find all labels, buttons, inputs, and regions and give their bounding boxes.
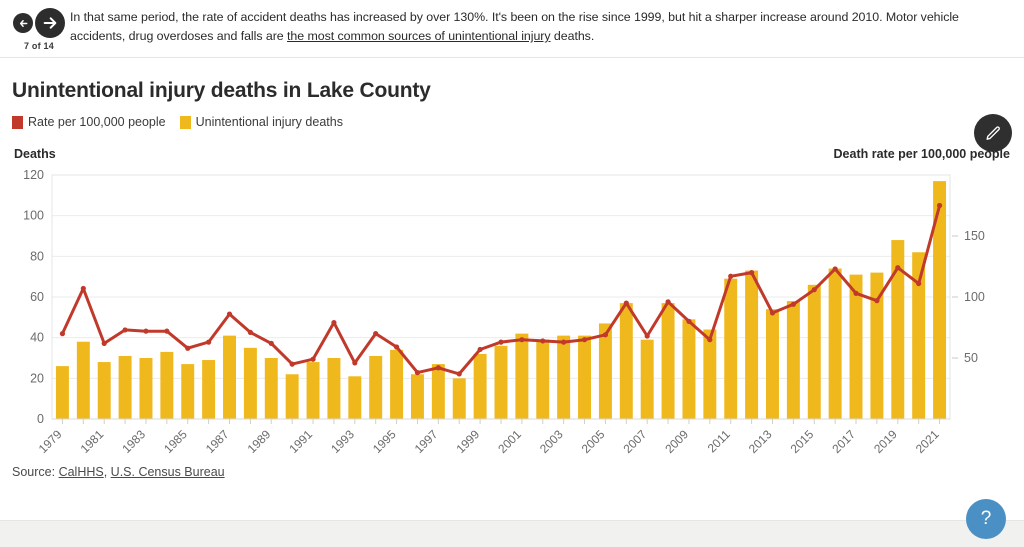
source-note: Source: CalHHS, U.S. Census Bureau (12, 465, 225, 479)
footer-strip (0, 520, 1024, 547)
arrow-left-icon[interactable] (13, 13, 33, 33)
svg-text:100: 100 (23, 209, 44, 223)
svg-text:150: 150 (964, 229, 985, 243)
page-counter: 7 of 14 (24, 41, 54, 51)
svg-text:1979: 1979 (36, 427, 65, 456)
svg-text:1995: 1995 (370, 427, 399, 456)
svg-text:120: 120 (23, 168, 44, 182)
svg-text:2005: 2005 (579, 427, 608, 456)
source-link-census[interactable]: U.S. Census Bureau (111, 465, 225, 479)
svg-text:1991: 1991 (286, 427, 315, 456)
narrative-part-2: deaths. (550, 29, 595, 44)
svg-text:2021: 2021 (913, 427, 942, 456)
svg-text:2019: 2019 (871, 427, 900, 456)
legend-item-rate[interactable]: Rate per 100,000 people (12, 115, 166, 129)
svg-text:2009: 2009 (662, 427, 691, 456)
svg-text:60: 60 (30, 290, 44, 304)
narrative-text: In that same period, the rate of acciden… (70, 6, 1010, 46)
svg-text:80: 80 (30, 249, 44, 263)
svg-text:1981: 1981 (78, 427, 107, 456)
combo-chart: 0 20 40 60 80 100 120 50 100 150 1979 1981 1983 1985 1… (23, 168, 985, 456)
infographic-page: 7 of 14 In that same period, the rate of… (0, 0, 1024, 547)
plot-area: 0 20 40 60 80 100 120 50 100 150 1979 1981 1983 1985 1… (12, 167, 1012, 467)
chart-legend: Rate per 100,000 people Unintentional in… (12, 115, 1012, 129)
svg-text:20: 20 (30, 371, 44, 385)
svg-text:40: 40 (30, 331, 44, 345)
pencil-icon[interactable] (974, 114, 1012, 152)
legend-label-deaths: Unintentional injury deaths (195, 115, 343, 129)
source-link-calhhs[interactable]: CalHHS (59, 465, 104, 479)
svg-text:2011: 2011 (705, 427, 733, 455)
narrative-link[interactable]: the most common sources of unintentional… (287, 29, 551, 43)
y-axis-title-left: Deaths (14, 147, 56, 161)
svg-text:0: 0 (37, 412, 44, 426)
source-prefix: Source: (12, 465, 59, 479)
svg-text:2007: 2007 (621, 427, 650, 456)
legend-item-deaths[interactable]: Unintentional injury deaths (179, 115, 343, 129)
svg-text:1987: 1987 (203, 427, 232, 456)
svg-text:2001: 2001 (495, 427, 524, 456)
svg-text:1989: 1989 (245, 427, 274, 456)
svg-text:1999: 1999 (453, 427, 482, 456)
source-separator: , (103, 465, 111, 479)
svg-text:2003: 2003 (537, 427, 566, 456)
svg-text:2017: 2017 (829, 427, 858, 456)
nav-cluster: 7 of 14 (8, 6, 70, 51)
svg-text:100: 100 (964, 290, 985, 304)
svg-text:1997: 1997 (412, 427, 441, 456)
svg-text:2013: 2013 (746, 427, 775, 456)
legend-label-rate: Rate per 100,000 people (28, 115, 166, 129)
svg-text:1983: 1983 (119, 427, 148, 456)
legend-swatch-rate (12, 115, 23, 129)
help-button[interactable]: ? (966, 499, 1006, 539)
arrow-right-icon[interactable] (35, 8, 65, 38)
nav-arrows (13, 8, 65, 38)
svg-text:1993: 1993 (328, 427, 357, 456)
chart-card: Unintentional injury deaths in Lake Coun… (0, 58, 1024, 487)
svg-text:2015: 2015 (788, 427, 817, 456)
axis-titles: Deaths Death rate per 100,000 people (12, 147, 1012, 161)
story-navigation-bar: 7 of 14 In that same period, the rate of… (0, 0, 1024, 58)
svg-text:50: 50 (964, 351, 978, 365)
svg-text:1985: 1985 (161, 427, 190, 456)
legend-swatch-deaths (179, 115, 191, 129)
page-title: Unintentional injury deaths in Lake Coun… (12, 79, 431, 102)
